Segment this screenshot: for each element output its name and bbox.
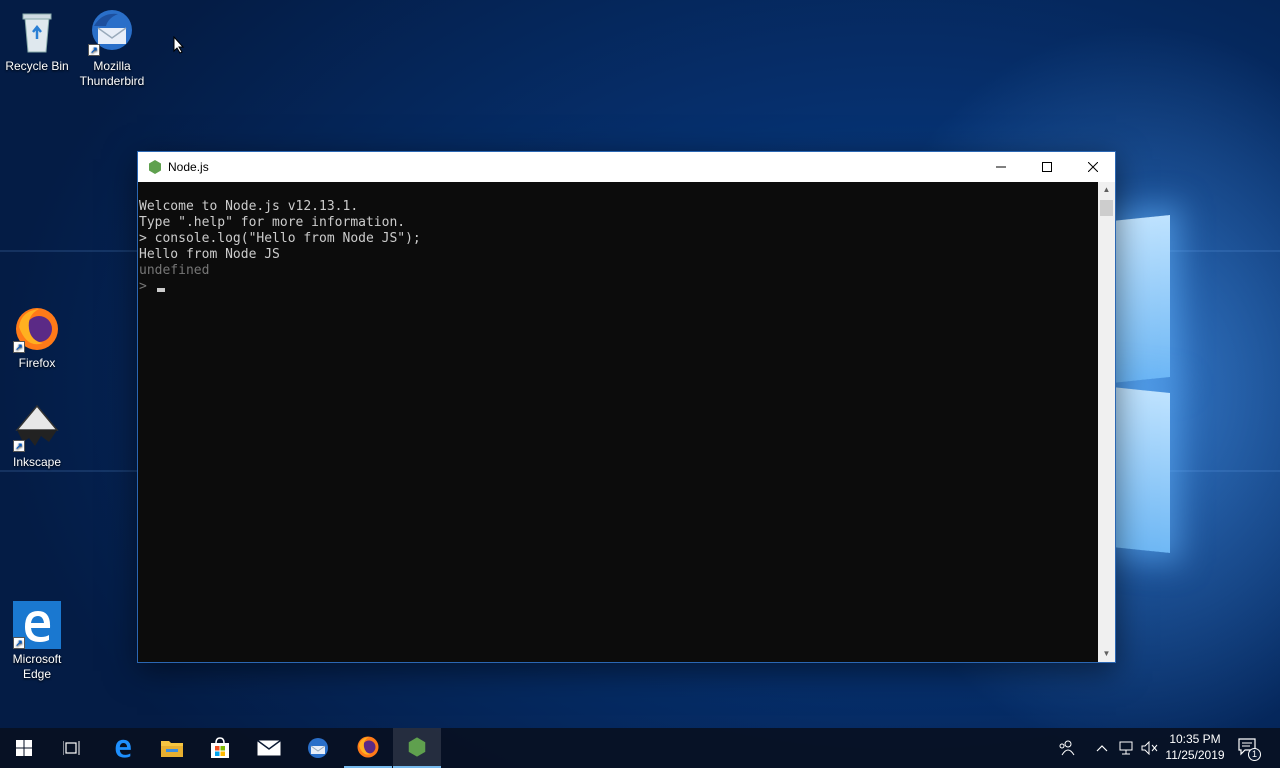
volume-muted-icon <box>1141 741 1158 755</box>
window-title: Node.js <box>168 160 209 174</box>
nodejs-window[interactable]: Node.js Welcome to Node.js v12.13.1. Type… <box>137 151 1116 663</box>
scroll-up-arrow-icon[interactable]: ▲ <box>1098 182 1115 198</box>
desktop-icon-thunderbird[interactable]: ↗ Mozilla Thunderbird <box>75 8 149 89</box>
mouse-pointer-icon <box>173 35 185 59</box>
taskbar-thunderbird[interactable] <box>294 728 342 768</box>
desktop-icon-label: Firefox <box>18 356 56 370</box>
mail-icon <box>257 740 281 756</box>
clock-time: 10:35 PM <box>1169 732 1221 746</box>
firefox-icon: ↗ <box>13 305 61 353</box>
notification-count-badge: 1 <box>1248 748 1261 761</box>
console-prompt: > <box>139 279 155 294</box>
desktop-icon-label-line2: Edge <box>22 667 52 681</box>
minimize-button[interactable] <box>978 152 1024 182</box>
network-icon <box>1119 741 1133 755</box>
desktop-icon-inkscape[interactable]: ↗ Inkscape <box>0 404 74 470</box>
show-hidden-icons-button[interactable] <box>1092 728 1112 768</box>
desktop-icon-edge[interactable]: ↗ Microsoft Edge <box>0 601 74 682</box>
taskbar-mail[interactable] <box>245 728 293 768</box>
thunderbird-icon <box>308 738 328 758</box>
text-cursor <box>156 288 165 292</box>
taskbar-nodejs[interactable] <box>393 728 441 768</box>
people-icon <box>1059 740 1075 756</box>
taskbar-edge[interactable] <box>99 728 147 768</box>
clock-date: 11/25/2019 <box>1165 748 1225 762</box>
taskbar: 10:35 PM 11/25/2019 1 <box>0 728 1280 768</box>
inkscape-icon: ↗ <box>13 404 61 452</box>
taskbar-firefox[interactable] <box>344 728 392 768</box>
console-line: > console.log("Hello from Node JS"); <box>139 231 421 246</box>
firefox-icon <box>357 736 379 758</box>
store-icon <box>211 737 229 758</box>
chevron-up-icon <box>1096 745 1108 752</box>
desktop-icon-label: Microsoft <box>12 652 62 666</box>
maximize-button[interactable] <box>1024 152 1070 182</box>
nodejs-icon <box>147 159 163 175</box>
task-view-icon <box>63 741 80 755</box>
thunderbird-icon: ↗ <box>88 8 136 56</box>
close-button[interactable] <box>1070 152 1116 182</box>
taskbar-store[interactable] <box>196 728 244 768</box>
network-button[interactable] <box>1116 728 1138 768</box>
people-button[interactable] <box>1054 728 1080 768</box>
desktop-icon-label: Mozilla <box>93 59 131 73</box>
taskbar-clock[interactable]: 10:35 PM 11/25/2019 <box>1160 731 1230 763</box>
desktop-icon-label: Inkscape <box>12 455 62 469</box>
scrollbar-thumb[interactable] <box>1100 200 1113 216</box>
console-output[interactable]: Welcome to Node.js v12.13.1. Type ".help"… <box>138 182 1099 662</box>
window-titlebar[interactable]: Node.js <box>138 152 1115 182</box>
start-button[interactable] <box>0 728 48 768</box>
vertical-scrollbar[interactable]: ▲ ▼ <box>1098 182 1115 662</box>
scroll-down-arrow-icon[interactable]: ▼ <box>1098 646 1115 662</box>
edge-icon: ↗ <box>13 601 61 649</box>
volume-button[interactable] <box>1140 728 1160 768</box>
nodejs-icon <box>408 737 426 757</box>
desktop-icon-recycle-bin[interactable]: Recycle Bin <box>0 8 74 74</box>
file-explorer-icon <box>161 741 183 757</box>
recycle-bin-icon <box>13 8 61 56</box>
desktop-icon-label-line2: Thunderbird <box>79 74 145 88</box>
taskbar-file-explorer[interactable] <box>148 728 196 768</box>
windows-start-icon <box>16 740 32 756</box>
console-line: Welcome to Node.js v12.13.1. <box>139 199 359 214</box>
windows-logo-wallpaper <box>1112 214 1172 554</box>
task-view-button[interactable] <box>48 728 96 768</box>
console-prompt-line[interactable]: > <box>139 279 1099 295</box>
console-line: Hello from Node JS <box>139 247 280 262</box>
edge-icon <box>115 739 131 758</box>
desktop-icon-label: Recycle Bin <box>5 59 69 73</box>
console-line-undefined: undefined <box>139 263 210 278</box>
console-line: Type ".help" for more information. <box>139 215 406 230</box>
desktop-icon-firefox[interactable]: ↗ Firefox <box>0 305 74 371</box>
action-center-button[interactable]: 1 <box>1234 728 1264 768</box>
